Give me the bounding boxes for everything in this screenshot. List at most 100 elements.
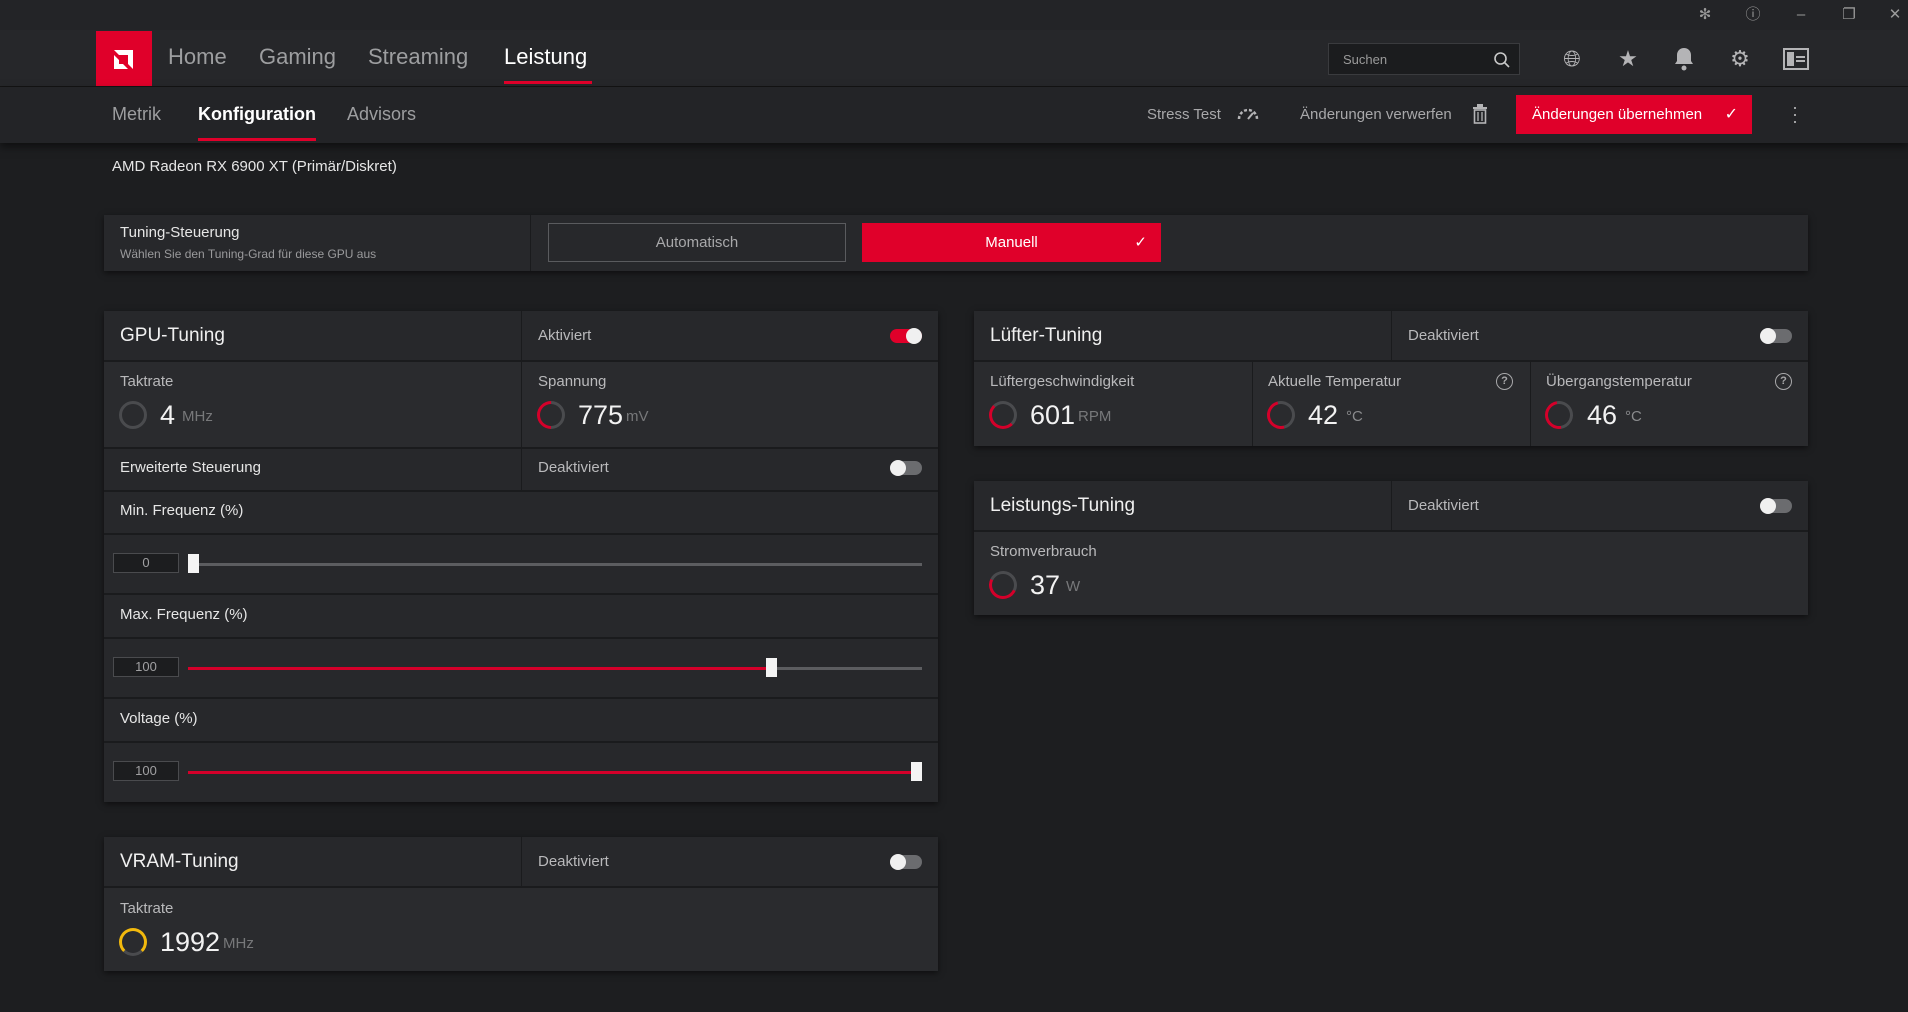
power-draw-value: 37: [1030, 570, 1061, 600]
globe-icon[interactable]: 🌐︎: [1557, 44, 1587, 74]
fan-tuning-title: Lüfter-Tuning: [990, 325, 1103, 346]
panel-shape: [1783, 48, 1809, 70]
minimize-icon[interactable]: –: [1790, 5, 1812, 25]
fan-speed-value: 601: [1030, 400, 1076, 430]
tuning-control-subtitle: Wählen Sie den Tuning-Grad für diese GPU…: [120, 247, 377, 261]
slider-label-min-frequency: Min. Frequenz (%): [120, 502, 244, 519]
tab-gaming[interactable]: Gaming: [259, 44, 336, 70]
restore-icon[interactable]: ❐: [1838, 5, 1860, 25]
min-frequency-thumb[interactable]: [188, 554, 199, 573]
manual-option-button[interactable]: Manuell ✓: [862, 223, 1161, 262]
apply-changes-button[interactable]: Änderungen übernehmen ✓: [1516, 95, 1752, 134]
junction-temperature-unit: °C: [1625, 408, 1642, 425]
title-bar: ✻ ⓘ – ❐ ✕: [0, 0, 1908, 30]
slider-label-max-frequency: Max. Frequenz (%): [120, 606, 248, 623]
current-temperature-value: 42: [1308, 400, 1339, 430]
vram-tuning-title: VRAM-Tuning: [120, 851, 239, 872]
max-frequency-fill: [188, 667, 772, 670]
tab-streaming[interactable]: Streaming: [368, 44, 468, 70]
trash-icon[interactable]: [1472, 104, 1488, 124]
junction-temperature-value: 46: [1587, 400, 1618, 430]
search-icon[interactable]: [1493, 51, 1511, 69]
junction-temperature-label: Übergangstemperatur: [1546, 373, 1692, 390]
apply-changes-label: Änderungen übernehmen: [1532, 106, 1703, 123]
power-tuning-status: Deaktiviert: [1408, 497, 1479, 514]
voltage-fill: [188, 771, 917, 774]
gpu-voltage-label: Spannung: [538, 373, 607, 390]
slider-label-voltage: Voltage (%): [120, 710, 198, 727]
amd-logo[interactable]: [96, 31, 152, 86]
search-input[interactable]: Suchen: [1328, 43, 1520, 75]
search-placeholder: Suchen: [1343, 52, 1388, 67]
current-temperature-label: Aktuelle Temperatur: [1268, 373, 1402, 390]
tuning-control-title: Tuning-Steuerung: [120, 224, 240, 241]
stress-test-button[interactable]: Stress Test: [1147, 106, 1221, 123]
automatic-option-button[interactable]: Automatisch: [548, 223, 846, 262]
max-frequency-input[interactable]: 100: [113, 657, 179, 677]
gpu-clock-value: 4: [160, 400, 176, 430]
toggle-knob: [890, 854, 906, 870]
power-tuning-title: Leistungs-Tuning: [990, 495, 1136, 516]
advanced-control-status: Deaktiviert: [538, 459, 609, 476]
toggle-knob: [1760, 328, 1776, 344]
star-icon[interactable]: ★: [1613, 44, 1643, 74]
tab-konfiguration[interactable]: Konfiguration: [198, 104, 316, 125]
min-frequency-input[interactable]: 0: [113, 553, 179, 573]
sidebar-panel-icon[interactable]: [1781, 44, 1811, 74]
gpu-tuning-status: Aktiviert: [538, 327, 592, 344]
help-icon[interactable]: ⓘ: [1742, 5, 1764, 25]
more-options-icon[interactable]: · · ·: [1792, 98, 1798, 130]
bell-icon[interactable]: [1669, 44, 1699, 74]
voltage-thumb[interactable]: [911, 762, 922, 781]
gear-icon[interactable]: ⚙: [1725, 44, 1755, 74]
power-draw-label: Stromverbrauch: [990, 543, 1097, 560]
tab-leistung[interactable]: Leistung: [504, 44, 587, 70]
fan-speed-unit: RPM: [1078, 408, 1112, 425]
current-temperature-unit: °C: [1346, 408, 1363, 425]
bug-icon[interactable]: ✻: [1694, 5, 1716, 25]
checkmark-icon: ✓: [1724, 106, 1738, 123]
toggle-knob: [906, 328, 922, 344]
gpu-clock-gauge: [119, 401, 147, 429]
fan-tuning-toggle[interactable]: [1760, 328, 1792, 344]
fan-tuning-status: Deaktiviert: [1408, 327, 1479, 344]
help-icon[interactable]: ?: [1775, 373, 1792, 390]
discard-changes-button[interactable]: Änderungen verwerfen: [1300, 106, 1452, 123]
close-icon[interactable]: ✕: [1884, 5, 1906, 25]
vram-tuning-toggle[interactable]: [890, 854, 922, 870]
amd-logo-icon: [114, 50, 133, 69]
vram-clock-gauge: [119, 928, 147, 956]
checkmark-icon: ✓: [1134, 234, 1147, 251]
gpu-clock-label: Taktrate: [120, 373, 174, 390]
vram-clock-value: 1992: [160, 927, 221, 957]
vram-clock-label: Taktrate: [120, 900, 174, 917]
tab-advisors[interactable]: Advisors: [347, 104, 416, 125]
gpu-tuning-title: GPU-Tuning: [120, 325, 225, 346]
gpu-name: AMD Radeon RX 6900 XT (Primär/Diskret): [112, 158, 397, 175]
vram-clock-unit: MHz: [223, 935, 254, 952]
voltage-input[interactable]: 100: [113, 761, 179, 781]
advanced-control-label: Erweiterte Steuerung: [120, 459, 261, 476]
gpu-tuning-toggle[interactable]: [890, 328, 922, 344]
fan-speed-label: Lüftergeschwindigkeit: [990, 373, 1135, 390]
gpu-clock-unit: MHz: [182, 408, 213, 425]
power-tuning-toggle[interactable]: [1760, 498, 1792, 514]
active-tab-indicator: [504, 81, 592, 84]
max-frequency-thumb[interactable]: [766, 658, 778, 677]
vram-tuning-status: Deaktiviert: [538, 853, 609, 870]
bell-shape: [1675, 48, 1693, 71]
advanced-control-toggle[interactable]: [890, 460, 922, 476]
help-icon[interactable]: ?: [1496, 373, 1513, 390]
tab-metrik[interactable]: Metrik: [112, 104, 161, 125]
gpu-voltage-unit: mV: [626, 408, 649, 425]
tab-home[interactable]: Home: [168, 44, 227, 70]
stress-test-gauge-icon[interactable]: [1236, 104, 1260, 122]
power-draw-unit: W: [1066, 578, 1081, 595]
gpu-voltage-value: 775: [578, 400, 624, 430]
toggle-knob: [890, 460, 906, 476]
min-frequency-track[interactable]: [188, 563, 922, 566]
manual-option-label: Manuell: [985, 234, 1038, 251]
toggle-knob: [1760, 498, 1776, 514]
fan-speed-gauge: [989, 401, 1017, 429]
active-subtab-indicator: [198, 138, 316, 141]
